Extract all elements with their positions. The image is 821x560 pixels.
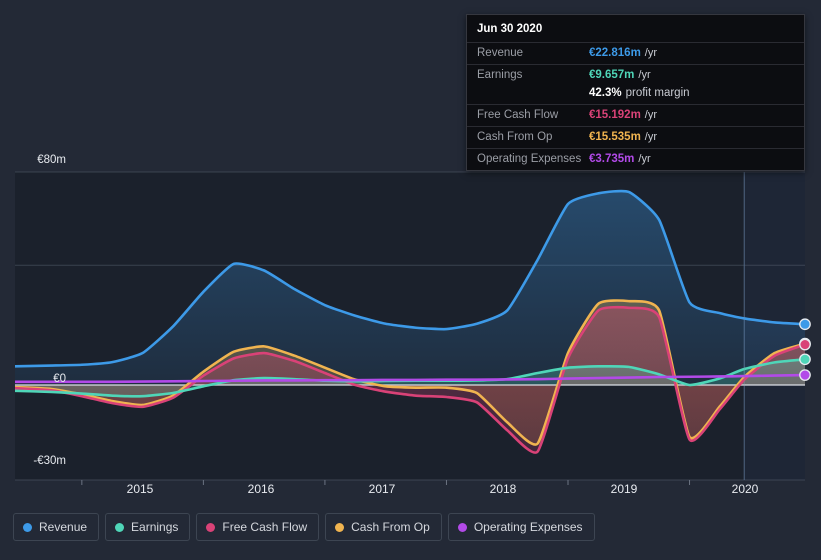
legend-dot-earnings-icon <box>115 522 125 532</box>
legend-item-revenue[interactable]: Revenue <box>13 513 100 541</box>
tooltip-row-cash-from-op: Cash From Op €15.535m /yr <box>467 126 804 148</box>
y-axis-label-top: €80m <box>37 154 66 166</box>
y-axis-label-bottom: -€30m <box>33 455 66 467</box>
tooltip-label-free-cash-flow: Free Cash Flow <box>477 109 559 121</box>
tooltip-label-profit-margin: profit margin <box>625 87 690 99</box>
chart-legend: Revenue Earnings Free Cash Flow Cash Fro… <box>13 513 595 541</box>
tooltip-value-cash-from-op: €15.535m <box>589 131 641 143</box>
tooltip-row-free-cash-flow: Free Cash Flow €15.192m /yr <box>467 104 804 126</box>
tooltip-date-title: Jun 30 2020 <box>477 23 543 35</box>
tooltip-value-profit-margin: 42.3% <box>589 87 622 99</box>
y-axis-label-zero: €0 <box>53 373 66 385</box>
tooltip-label-operating-expenses: Operating Expenses <box>477 153 582 165</box>
x-axis-label-2017: 2017 <box>368 482 396 496</box>
legend-dot-free-cash-flow-icon <box>206 522 216 532</box>
legend-label-revenue: Revenue <box>39 520 88 534</box>
tooltip-label-revenue: Revenue <box>477 47 524 59</box>
legend-item-cash-from-op[interactable]: Cash From Op <box>325 513 442 541</box>
legend-item-earnings[interactable]: Earnings <box>105 513 191 541</box>
tooltip-label-cash-from-op: Cash From Op <box>477 131 553 143</box>
tooltip-value-revenue: €22.816m <box>589 47 641 59</box>
tooltip-row-revenue: Revenue €22.816m /yr <box>467 42 804 64</box>
tooltip-label-earnings: Earnings <box>477 69 523 81</box>
x-axis-label-2019: 2019 <box>610 482 638 496</box>
tooltip-unit-earnings: /yr <box>638 69 651 81</box>
tooltip-row-profit-margin: 42.3% profit margin <box>467 86 804 104</box>
x-axis-label-2015: 2015 <box>126 482 154 496</box>
x-axis-label-2020: 2020 <box>731 482 759 496</box>
legend-dot-revenue-icon <box>23 522 32 532</box>
tooltip-value-earnings: €9.657m <box>589 69 635 81</box>
legend-label-operating-expenses: Operating Expenses <box>473 520 583 534</box>
financial-chart-widget: €80m €0 -€30m 2015 2016 2017 2018 2019 2… <box>0 0 821 560</box>
legend-label-cash-from-op: Cash From Op <box>351 520 430 534</box>
legend-dot-cash-from-op-icon <box>335 522 345 532</box>
legend-dot-operating-expenses-icon <box>457 522 467 532</box>
legend-item-operating-expenses[interactable]: Operating Expenses <box>447 513 595 541</box>
tooltip-unit-revenue: /yr <box>644 47 658 59</box>
tooltip-unit-free-cash-flow: /yr <box>644 109 658 121</box>
tooltip-value-operating-expenses: €3.735m <box>589 153 635 165</box>
x-axis-label-2016: 2016 <box>247 482 275 496</box>
x-axis-label-2018: 2018 <box>489 482 517 496</box>
tooltip-row-earnings: Earnings €9.657m /yr <box>467 64 804 86</box>
legend-item-free-cash-flow[interactable]: Free Cash Flow <box>196 513 320 541</box>
tooltip-unit-operating-expenses: /yr <box>638 153 651 165</box>
tooltip-value-free-cash-flow: €15.192m <box>589 109 641 121</box>
legend-label-earnings: Earnings <box>131 520 179 534</box>
legend-label-free-cash-flow: Free Cash Flow <box>222 520 308 534</box>
data-tooltip: Jun 30 2020 Revenue €22.816m /yr Earning… <box>466 14 805 171</box>
tooltip-unit-cash-from-op: /yr <box>644 131 658 143</box>
tooltip-row-operating-expenses: Operating Expenses €3.735m /yr <box>467 148 804 170</box>
